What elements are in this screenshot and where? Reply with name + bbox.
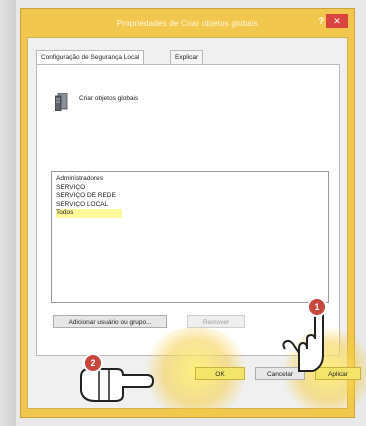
- tab-explain[interactable]: Explicar: [170, 50, 204, 64]
- tab-local-security-setting[interactable]: Configuração de Segurança Local: [36, 50, 145, 65]
- step-1-badge: 1: [307, 297, 327, 317]
- remove-button[interactable]: Remover: [187, 315, 245, 328]
- pointing-hand-icon: [282, 309, 324, 372]
- list-item[interactable]: SERVIÇO DE REDE: [56, 192, 324, 201]
- title-bar[interactable]: Propriedades de Criar objetos globais ? …: [21, 9, 354, 39]
- ok-button[interactable]: OK: [195, 367, 245, 380]
- members-list[interactable]: Administradores SERVIÇO SERVIÇO DE REDE …: [51, 171, 329, 303]
- list-item[interactable]: Administradores: [56, 175, 324, 184]
- properties-dialog: Propriedades de Criar objetos globais ? …: [20, 8, 366, 418]
- close-button[interactable]: ✕: [326, 14, 348, 28]
- server-icon: [55, 93, 68, 111]
- background-shadow: [0, 0, 16, 426]
- window-title: Propriedades de Criar objetos globais: [116, 19, 259, 28]
- policy-name: Criar objetos globais: [79, 95, 139, 102]
- list-item[interactable]: SERVIÇO LOCAL: [56, 201, 324, 210]
- help-button[interactable]: ?: [319, 16, 325, 26]
- add-user-or-group-button[interactable]: Adicionar usuário ou grupo...: [53, 315, 167, 328]
- step-2-badge: 2: [83, 353, 103, 373]
- list-item-selected[interactable]: Todos: [56, 209, 122, 218]
- list-item[interactable]: SERVIÇO: [56, 184, 324, 193]
